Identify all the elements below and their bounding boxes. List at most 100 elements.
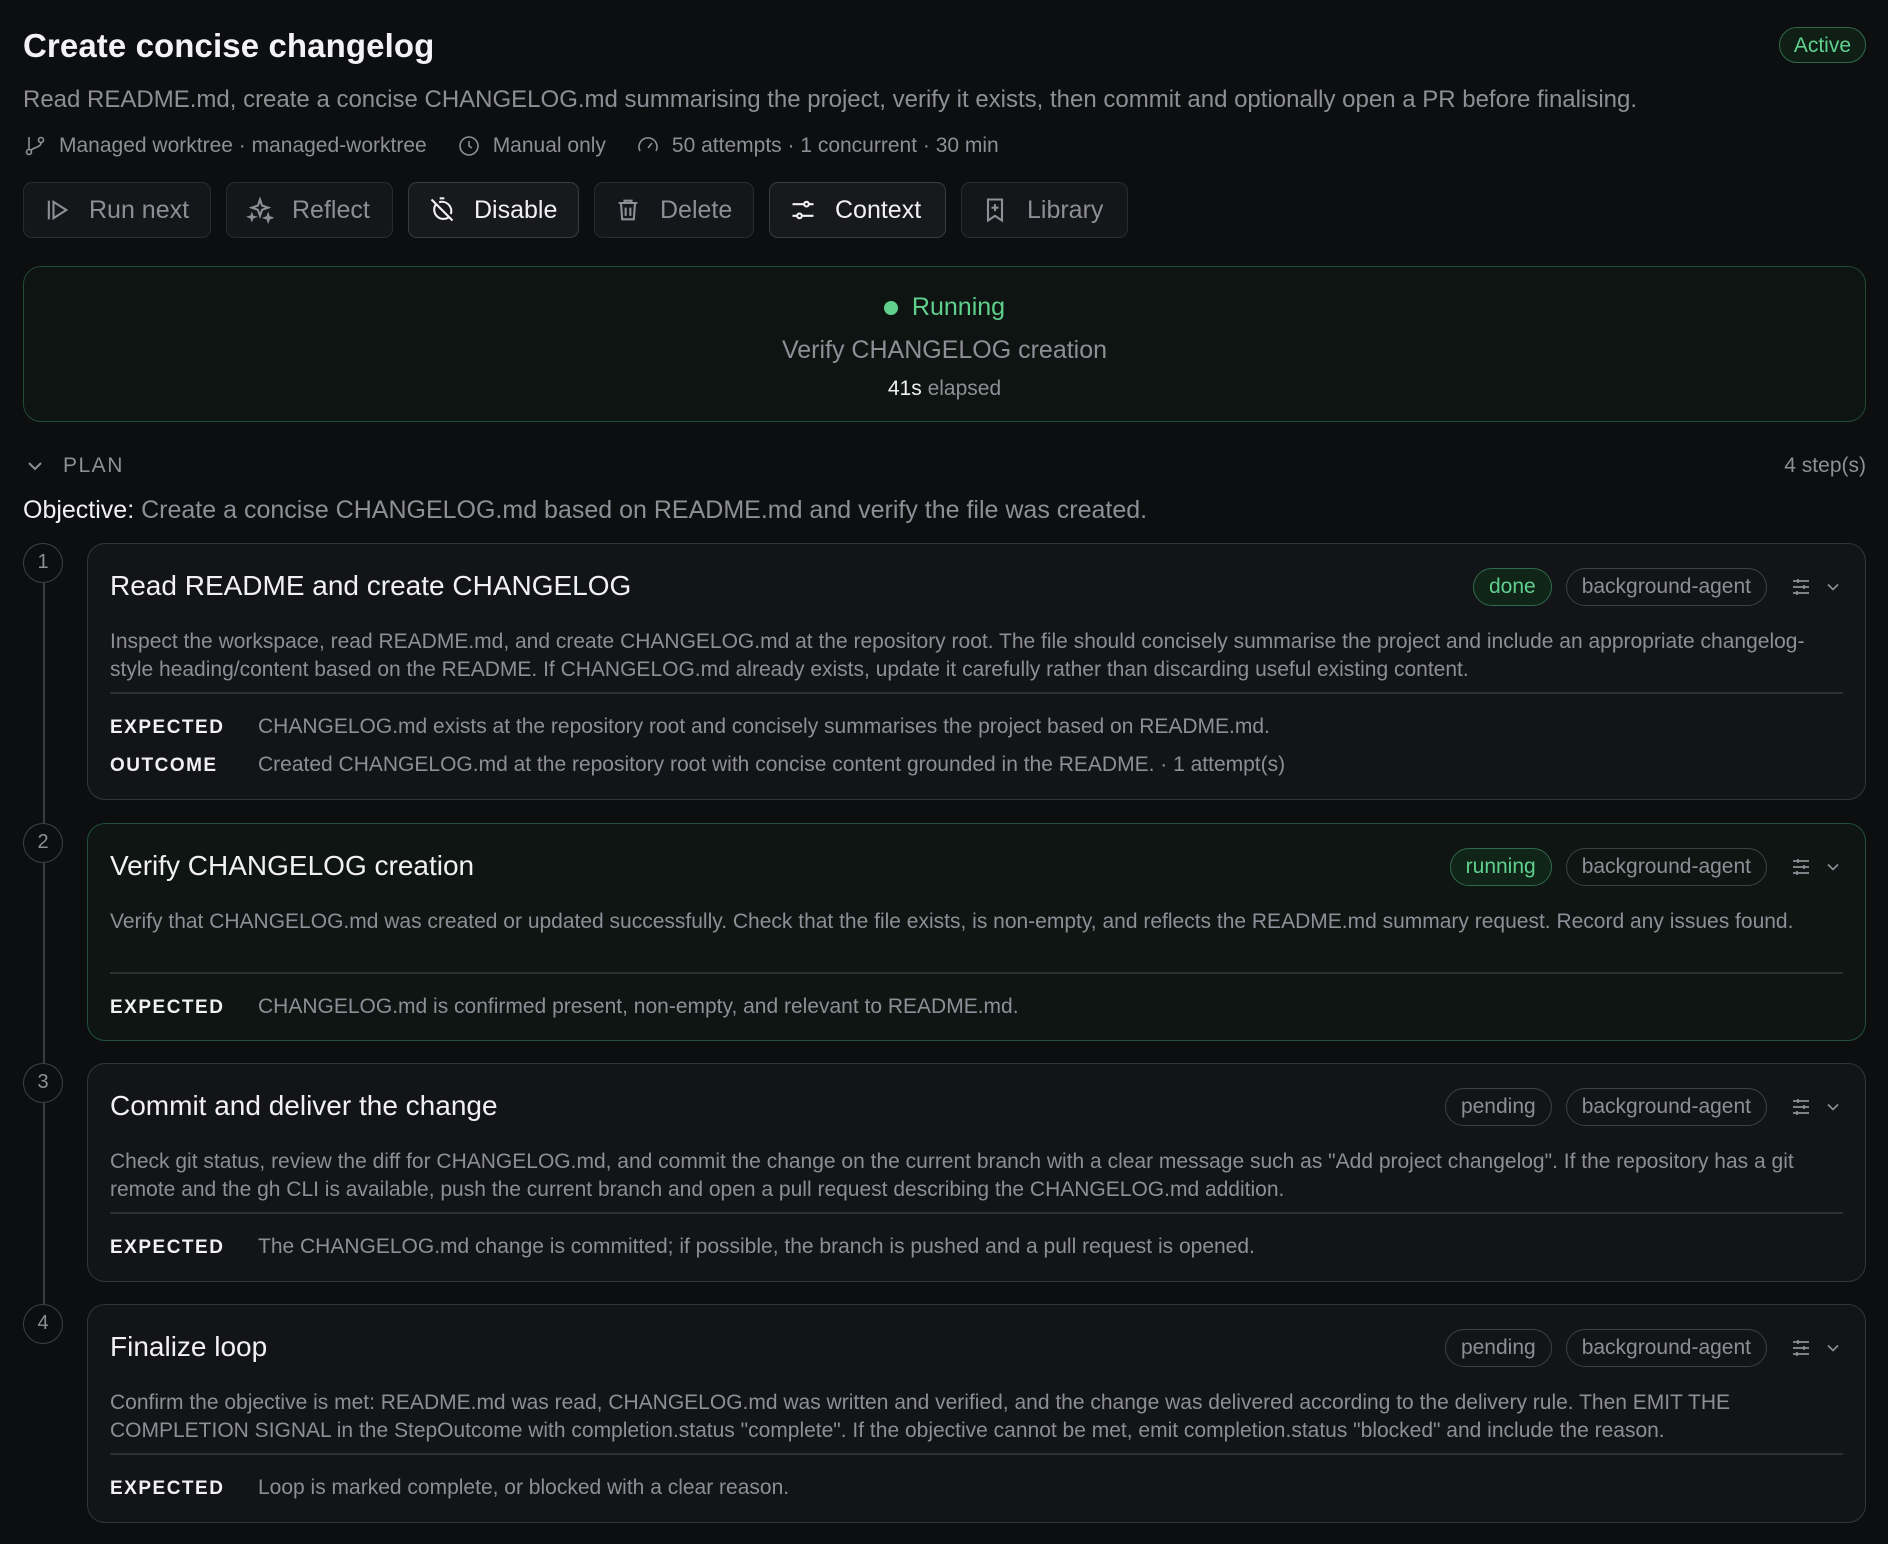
agent-badge: background-agent [1565,568,1767,606]
expected-label: EXPECTED [110,997,225,1018]
step-card: Verify CHANGELOG creation running backgr… [87,823,1866,1041]
step-forward-icon [47,199,69,221]
settings-sliders-icon[interactable] [1789,855,1813,879]
settings-sliders-icon[interactable] [1789,575,1813,599]
loop-description: Read README.md, create a concise CHANGEL… [23,86,1638,113]
page-title: Create concise changelog [23,27,435,64]
step-card: Read README and create CHANGELOG done ba… [87,543,1866,800]
expected-row: EXPECTED The CHANGELOG.md change is commi… [110,1235,1843,1259]
expected-row: EXPECTED CHANGELOG.md is confirmed presen… [110,995,1843,1019]
outcome-label: OUTCOME [110,755,218,776]
run-next-button[interactable]: Run next [23,182,211,238]
gauge-icon [638,137,658,152]
expected-row: EXPECTED Loop is marked complete, or bloc… [110,1476,1843,1500]
reflect-label: Reflect [292,195,370,224]
step-controls: pending background-agent [1431,1329,1843,1367]
expected-label: EXPECTED [110,1237,225,1258]
trash-icon [618,199,638,221]
running-panel: Running Verify CHANGELOG creation 41s el… [23,266,1866,422]
limits-meta: 50 attempts · 1 concurrent · 30 min [636,134,999,158]
step-number: 1 [23,543,63,583]
elapsed-label: elapsed [927,377,1002,400]
step-controls: done background-agent [1459,568,1843,606]
step-description: Inspect the workspace, read README.md, a… [110,630,1805,681]
step-card: Commit and deliver the change pending ba… [87,1063,1866,1282]
sparkles-icon [246,196,274,224]
objective-text: Create a concise CHANGELOG.md based on R… [141,496,1148,524]
step-controls: running background-agent [1436,848,1843,886]
expected-text: Loop is marked complete, or blocked with… [258,1476,790,1499]
running-status: Running [24,293,1865,322]
step-status-badge: pending [1444,1088,1552,1126]
divider [110,972,1843,974]
bookmark-plus-icon [986,198,1004,223]
divider [110,692,1843,694]
plan-header[interactable]: PLAN 4 step(s) [23,452,1866,480]
outcome-text: Created CHANGELOG.md at the repository r… [258,753,1286,776]
delete-button[interactable]: Delete [594,182,754,238]
chevron-down-icon [28,462,42,471]
disable-label: Disable [474,195,558,224]
reflect-button[interactable]: Reflect [226,182,393,238]
step-description: Verify that CHANGELOG.md was created or … [110,910,1794,933]
timeline-line [43,583,45,1328]
step-title: Finalize loop [110,1331,268,1362]
agent-badge: background-agent [1565,848,1767,886]
chevron-down-icon[interactable] [1823,1097,1843,1117]
expected-label: EXPECTED [110,1478,225,1499]
objective: Objective: Create a concise CHANGELOG.md… [23,496,1866,525]
divider [110,1212,1843,1214]
library-label: Library [1027,195,1104,224]
worktree-meta: Managed worktree · managed-worktree [23,134,427,158]
settings-sliders-icon[interactable] [1789,1336,1813,1360]
step-card: Finalize loop pending background-agent C… [87,1304,1866,1523]
git-branch-icon [25,136,45,156]
step-title: Read README and create CHANGELOG [110,570,632,601]
title-row: Create concise changelog Active [23,24,1866,68]
settings-sliders-icon[interactable] [1789,1095,1813,1119]
step-status-badge: running [1449,848,1552,886]
expected-row: EXPECTED CHANGELOG.md exists at the repos… [110,715,1843,739]
delete-label: Delete [660,195,733,224]
timer-off-icon [430,197,454,222]
step-status-badge: done [1472,568,1552,606]
step-title: Verify CHANGELOG creation [110,850,475,881]
run-next-label: Run next [89,195,190,224]
step-description: Confirm the objective is met: README.md … [110,1391,1731,1442]
step-number: 4 [23,1304,63,1344]
meta-row: Managed worktree · managed-worktree Manu… [23,134,1029,158]
outcome-row: OUTCOME Created CHANGELOG.md at the repos… [110,753,1843,777]
disable-button[interactable]: Disable [408,182,579,238]
expected-text: CHANGELOG.md is confirmed present, non-e… [258,995,1019,1018]
library-button[interactable]: Library [961,182,1128,238]
status-dot [883,300,898,315]
step-title: Commit and deliver the change [110,1090,498,1121]
step-description: Check git status, review the diff for CH… [110,1150,1794,1201]
worktree-text: Managed worktree · managed-worktree [59,134,427,157]
step-controls: pending background-agent [1431,1088,1843,1126]
chevron-down-icon[interactable] [1823,857,1843,877]
expected-text: The CHANGELOG.md change is committed; if… [258,1235,1255,1258]
agent-badge: background-agent [1565,1329,1767,1367]
status-badge: Active [1778,27,1866,63]
running-status-label: Running [911,293,1006,321]
elapsed-value: 41s [887,377,922,400]
toolbar: Run next Reflect Disable Delete Context … [23,182,1143,238]
trigger-meta: Manual only [457,134,606,158]
step-number: 3 [23,1063,63,1103]
step-status-badge: pending [1444,1329,1552,1367]
objective-label: Objective: [23,496,135,524]
sliders-icon [792,200,814,220]
step-number: 2 [23,823,63,863]
limits-text: 50 attempts · 1 concurrent · 30 min [671,134,999,157]
clock-icon [458,136,479,156]
divider [110,1453,1843,1455]
context-label: Context [835,195,922,224]
elapsed-time: 41s elapsed [24,377,1865,401]
agent-badge: background-agent [1565,1088,1767,1126]
chevron-down-icon[interactable] [1823,577,1843,597]
context-button[interactable]: Context [769,182,946,238]
trigger-text: Manual only [492,134,606,157]
chevron-down-icon[interactable] [1823,1338,1843,1358]
plan-step-count: 4 step(s) [1784,454,1866,477]
